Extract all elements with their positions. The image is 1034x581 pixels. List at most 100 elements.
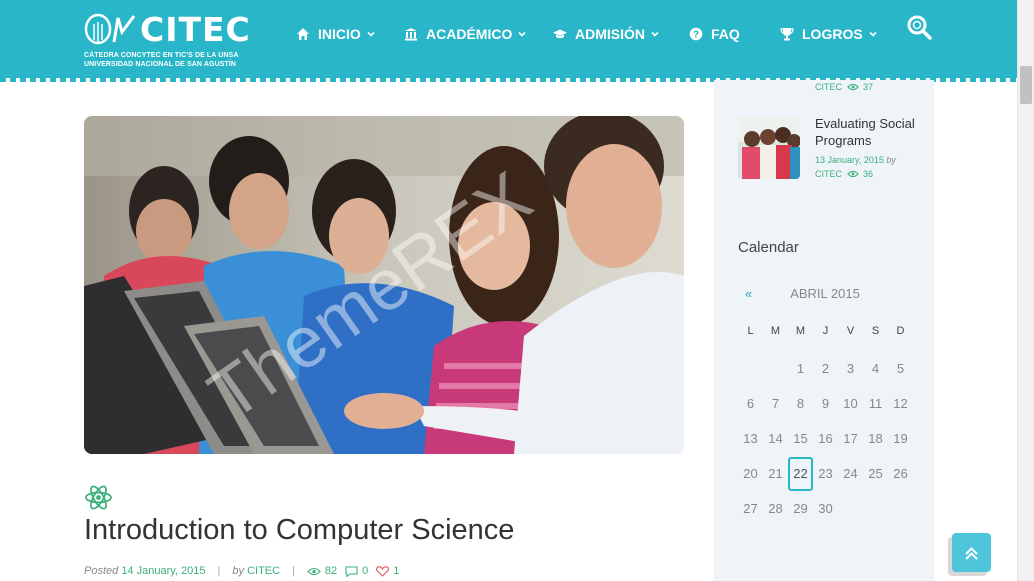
chevron-down-icon (869, 31, 877, 37)
calendar-day[interactable]: 26 (888, 457, 913, 491)
calendar-day[interactable]: 13 (738, 422, 763, 456)
calendar-day[interactable]: 11 (863, 387, 888, 421)
calendar-day[interactable]: 16 (813, 422, 838, 456)
calendar-day[interactable]: 27 (738, 492, 763, 526)
recent-post-meta: CITEC 36 (815, 169, 873, 179)
chevron-up-icon (965, 547, 978, 560)
nav-item-logros[interactable]: LOGROS (780, 26, 877, 42)
recent-post-by-label: by (886, 155, 896, 165)
nav-label-academico: ACADÉMICO (426, 26, 513, 42)
calendar-day[interactable]: 17 (838, 422, 863, 456)
logo-text: CITEC (140, 10, 251, 49)
calendar-day[interactable]: 2 (813, 352, 838, 386)
nav-label-inicio: INICIO (318, 26, 361, 42)
calendar-weekday: D (896, 325, 905, 337)
back-to-top-button[interactable] (952, 533, 991, 572)
nav-label-admision: ADMISIÓN (575, 26, 645, 42)
calendar-day[interactable]: 21 (763, 457, 788, 491)
calendar-day[interactable]: 29 (788, 492, 813, 526)
graduation-cap-icon (553, 29, 567, 39)
trophy-icon (780, 28, 794, 41)
calendar-day[interactable]: 20 (738, 457, 763, 491)
chevron-down-icon (518, 31, 526, 37)
nav-item-inicio[interactable]: INICIO (296, 26, 375, 42)
site-logo[interactable]: CITEC CÁTEDRA CONCYTEC EN TIC'S DE LA UN… (84, 10, 250, 70)
heart-icon (376, 565, 390, 577)
meta-separator: | (292, 565, 295, 577)
eye-icon (847, 170, 859, 178)
search-icon[interactable] (906, 14, 932, 40)
calendar-weekday: M (795, 325, 806, 337)
calendar-day[interactable]: 9 (813, 387, 838, 421)
comment-icon (345, 565, 358, 577)
svg-text:?: ? (693, 30, 699, 41)
calendar-title: Calendar (738, 239, 799, 256)
calendar-day[interactable]: 28 (763, 492, 788, 526)
calendar-day[interactable]: 14 (763, 422, 788, 456)
calendar-day[interactable]: 18 (863, 422, 888, 456)
calendar-weekday: M (770, 325, 781, 337)
views-counter: 82 (307, 565, 337, 577)
calendar-day[interactable]: 6 (738, 387, 763, 421)
posted-label: Posted (84, 565, 119, 577)
calendar-weekday: L (747, 325, 754, 337)
recent-post-thumbnail[interactable] (738, 117, 800, 179)
post-date-link[interactable]: 14 January, 2015 (121, 565, 205, 577)
nav-item-admision[interactable]: ADMISIÓN (553, 26, 659, 42)
calendar-prev-month-button[interactable]: « (745, 286, 752, 301)
calendar-day[interactable]: 12 (888, 387, 913, 421)
post-author-link[interactable]: CITEC (247, 565, 280, 577)
eye-icon (307, 567, 321, 575)
calendar-day[interactable]: 23 (813, 457, 838, 491)
page-scrollbar[interactable] (1017, 0, 1034, 581)
nav-label-faq: FAQ (711, 26, 740, 42)
recent-post-title[interactable]: Evaluating Social Programs (815, 115, 925, 149)
calendar-day[interactable]: 1 (788, 352, 813, 386)
comments-counter[interactable]: 0 (345, 565, 368, 577)
home-icon (297, 28, 309, 40)
calendar-day[interactable]: 8 (788, 387, 813, 421)
calendar-day[interactable]: 3 (838, 352, 863, 386)
previous-post-meta: CITEC 37 (815, 82, 873, 92)
scrollbar-thumb[interactable] (1020, 66, 1032, 104)
bank-icon (405, 28, 417, 41)
previous-post-author[interactable]: CITEC (815, 82, 842, 92)
previous-post-views: 37 (863, 82, 874, 92)
chevron-down-icon (651, 31, 659, 37)
meta-separator: | (217, 565, 221, 577)
calendar-month-label: ABRIL 2015 (790, 286, 860, 301)
by-label: by (232, 565, 244, 577)
atom-icon (85, 485, 112, 510)
logo-mark-icon (84, 13, 136, 45)
recent-post-date-line: 13 January, 2015 by (815, 155, 896, 165)
calendar-weekday: J (822, 325, 829, 337)
calendar-day[interactable]: 24 (838, 457, 863, 491)
calendar-day-today[interactable]: 22 (788, 457, 813, 491)
eye-icon (847, 83, 859, 91)
students-photo: ThemeREX (84, 116, 684, 454)
calendar-day[interactable]: 10 (838, 387, 863, 421)
calendar-day[interactable]: 15 (788, 422, 813, 456)
views-count: 82 (324, 565, 338, 577)
logo-subtitle-university: UNIVERSIDAD NACIONAL DE SAN AGUSTÍN (84, 61, 237, 68)
comments-count: 0 (362, 565, 369, 577)
nav-item-academico[interactable]: ACADÉMICO (404, 26, 526, 42)
calendar-day[interactable]: 30 (813, 492, 838, 526)
likes-count: 1 (393, 565, 400, 577)
question-circle-icon: ? (689, 27, 703, 41)
calendar-day[interactable]: 25 (863, 457, 888, 491)
recent-post-date[interactable]: 13 January, 2015 (815, 155, 884, 165)
calendar-day[interactable]: 7 (763, 387, 788, 421)
post-title[interactable]: Introduction to Computer Science (84, 514, 514, 547)
post-featured-image[interactable]: ThemeREX (84, 116, 684, 454)
calendar-weekday: V (846, 325, 855, 337)
recent-post-author[interactable]: CITEC (815, 169, 842, 179)
likes-counter[interactable]: 1 (376, 565, 399, 577)
calendar-day[interactable]: 5 (888, 352, 913, 386)
calendar-day[interactable]: 4 (863, 352, 888, 386)
recent-post-views: 36 (863, 169, 874, 179)
calendar-day[interactable]: 19 (888, 422, 913, 456)
nav-item-faq[interactable]: ? FAQ (689, 26, 740, 42)
chevron-down-icon (367, 31, 375, 37)
children-photo (738, 117, 800, 179)
